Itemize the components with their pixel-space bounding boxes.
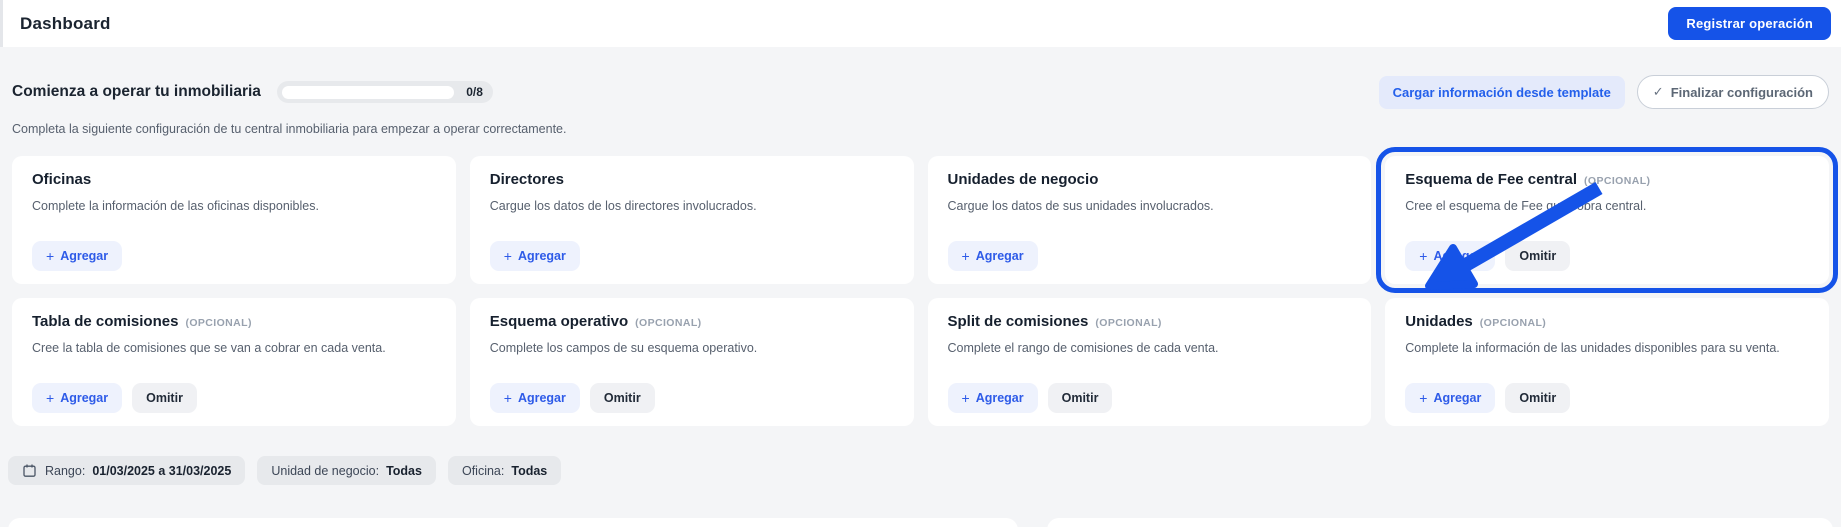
card-description: Cree la tabla de comisiones que se van a… bbox=[32, 341, 386, 355]
range-value: 01/03/2025 a 31/03/2025 bbox=[92, 463, 232, 478]
skip-button[interactable]: Omitir bbox=[1505, 383, 1571, 413]
setup-title: Comienza a operar tu inmobiliaria bbox=[12, 83, 261, 100]
business-unit-value: Todas bbox=[386, 463, 422, 478]
office-value: Todas bbox=[511, 463, 548, 478]
main-content: Comienza a operar tu inmobiliaria 0/8 Ca… bbox=[0, 47, 1841, 485]
skip-button[interactable]: Omitir bbox=[132, 383, 197, 413]
add-button[interactable]: + Agregar bbox=[1405, 383, 1496, 413]
plus-icon: + bbox=[46, 248, 55, 264]
register-operation-button[interactable]: Registrar operación bbox=[1668, 7, 1831, 40]
finish-setup-button[interactable]: ✓ Finalizar configuración bbox=[1636, 75, 1829, 109]
skip-button[interactable]: Omitir bbox=[1505, 241, 1571, 271]
office-filter[interactable]: Oficina: Todas bbox=[447, 456, 562, 485]
add-label: Agregar bbox=[60, 391, 109, 405]
check-icon: ✓ bbox=[1652, 84, 1664, 99]
optional-badge: (OPCIONAL) bbox=[1584, 175, 1651, 187]
setup-cards-grid: Oficinas Complete la información de las … bbox=[12, 147, 1838, 426]
optional-badge: (OPCIONAL) bbox=[1479, 317, 1547, 329]
add-button[interactable]: + Agregar bbox=[32, 383, 123, 413]
plus-icon: + bbox=[1419, 248, 1428, 264]
add-label: Agregar bbox=[1433, 391, 1482, 405]
plus-icon: + bbox=[503, 390, 512, 406]
card-title: Unidades bbox=[1405, 313, 1473, 330]
card-description: Cree el esquema de Fee que cobra central… bbox=[1405, 199, 1647, 213]
add-label: Agregar bbox=[60, 249, 109, 263]
load-template-button[interactable]: Cargar información desde template bbox=[1378, 75, 1625, 109]
card-description: Complete la información de las unidades … bbox=[1405, 341, 1780, 355]
add-button[interactable]: + Agregar bbox=[1405, 241, 1496, 271]
card-tabla-comisiones: Tabla de comisiones (OPCIONAL) Cree la t… bbox=[12, 298, 456, 426]
plus-icon: + bbox=[1419, 390, 1428, 406]
finish-setup-label: Finalizar configuración bbox=[1670, 84, 1813, 100]
setup-description: Completa la siguiente configuración de t… bbox=[12, 122, 567, 136]
card-unidades: Unidades (OPCIONAL) Complete la informac… bbox=[1385, 298, 1829, 426]
card-title: Split de comisiones bbox=[947, 313, 1089, 330]
plus-icon: + bbox=[46, 390, 55, 406]
date-range-filter[interactable]: Rango: 01/03/2025 a 31/03/2025 bbox=[8, 456, 246, 485]
topbar: Dashboard Registrar operación bbox=[0, 0, 1841, 47]
card-description: Complete los campos de su esquema operat… bbox=[489, 341, 758, 355]
add-button[interactable]: + Agregar bbox=[947, 383, 1038, 413]
add-label: Agregar bbox=[1433, 249, 1482, 263]
card-title: Tabla de comisiones bbox=[32, 313, 179, 330]
bottom-panel-left bbox=[8, 518, 1018, 527]
card-title: Esquema de Fee central bbox=[1405, 171, 1577, 188]
add-button[interactable]: + Agregar bbox=[489, 383, 580, 413]
add-label: Agregar bbox=[975, 249, 1024, 263]
plus-icon: + bbox=[503, 248, 512, 264]
office-label: Oficina: bbox=[461, 463, 505, 478]
card-split-comisiones: Split de comisiones (OPCIONAL) Complete … bbox=[927, 298, 1372, 426]
progress-track bbox=[281, 85, 455, 99]
calendar-icon bbox=[22, 463, 37, 478]
page-title: Dashboard bbox=[20, 13, 111, 33]
card-oficinas: Oficinas Complete la información de las … bbox=[12, 156, 456, 284]
card-directores: Directores Cargue los datos de los direc… bbox=[469, 156, 914, 284]
sidebar-edge bbox=[0, 0, 3, 47]
card-esquema-operativo: Esquema operativo (OPCIONAL) Complete lo… bbox=[469, 298, 914, 426]
optional-badge: (OPCIONAL) bbox=[1095, 317, 1162, 329]
add-label: Agregar bbox=[975, 391, 1024, 405]
add-button[interactable]: + Agregar bbox=[489, 241, 580, 271]
add-label: Agregar bbox=[517, 391, 566, 405]
skip-button[interactable]: Omitir bbox=[1047, 383, 1113, 413]
plus-icon: + bbox=[961, 390, 970, 406]
bottom-panel-right bbox=[1047, 518, 1833, 527]
skip-button[interactable]: Omitir bbox=[589, 383, 655, 413]
card-description: Complete la información de las oficinas … bbox=[32, 199, 319, 213]
plus-icon: + bbox=[961, 248, 970, 264]
progress-label: 0/8 bbox=[466, 85, 483, 99]
range-label: Rango: bbox=[45, 463, 86, 478]
card-esquema-fee-central: Esquema de Fee central (OPCIONAL) Cree e… bbox=[1376, 147, 1838, 293]
card-description: Complete el rango de comisiones de cada … bbox=[947, 341, 1219, 355]
add-button[interactable]: + Agregar bbox=[32, 241, 123, 271]
card-description: Cargue los datos de sus unidades involuc… bbox=[947, 199, 1214, 213]
setup-progress-bar: 0/8 bbox=[276, 81, 493, 103]
card-title: Esquema operativo bbox=[489, 313, 629, 330]
card-description: Cargue los datos de los directores invol… bbox=[489, 199, 757, 213]
card-title: Oficinas bbox=[32, 171, 92, 188]
optional-badge: (OPCIONAL) bbox=[635, 317, 702, 329]
card-title: Unidades de negocio bbox=[947, 171, 1099, 188]
card-title: Directores bbox=[489, 171, 564, 188]
business-unit-label: Unidad de negocio: bbox=[271, 463, 380, 478]
business-unit-filter[interactable]: Unidad de negocio: Todas bbox=[257, 456, 436, 485]
optional-badge: (OPCIONAL) bbox=[185, 317, 252, 329]
filter-bar: Rango: 01/03/2025 a 31/03/2025 Unidad de… bbox=[8, 456, 1829, 485]
setup-header: Comienza a operar tu inmobiliaria 0/8 Ca… bbox=[12, 75, 1829, 109]
add-label: Agregar bbox=[517, 249, 566, 263]
add-button[interactable]: + Agregar bbox=[947, 241, 1038, 271]
card-unidades-de-negocio: Unidades de negocio Cargue los datos de … bbox=[927, 156, 1372, 284]
